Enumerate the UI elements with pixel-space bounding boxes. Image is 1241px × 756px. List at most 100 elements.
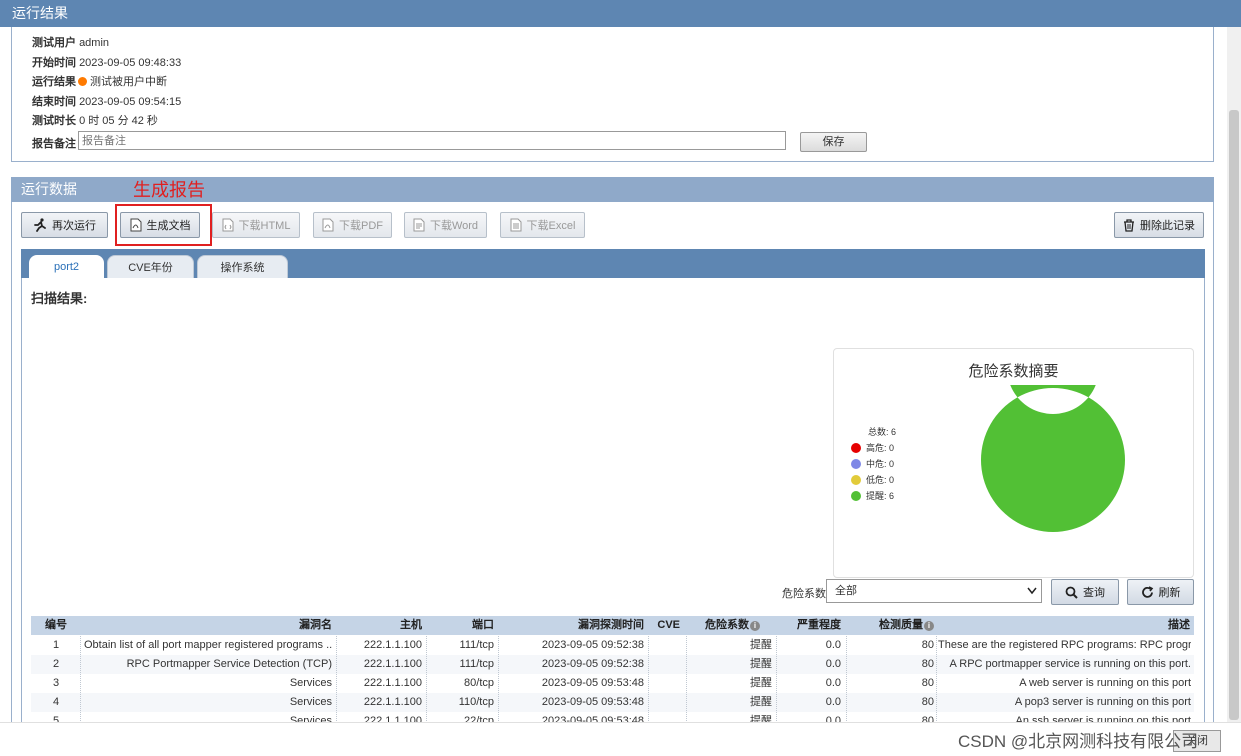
column-divider xyxy=(648,636,649,731)
cell-quality: 80 xyxy=(921,658,934,670)
col-header-id[interactable]: 编号 xyxy=(45,616,67,635)
chart-title: 危险系数摘要 xyxy=(968,363,1059,380)
info-duration: 测试时长 0 时 05 分 42 秒 xyxy=(32,112,158,128)
running-man-icon xyxy=(34,218,46,232)
delete-record-label: 删除此记录 xyxy=(1140,220,1195,232)
col-header-risk[interactable]: 危险系数 i xyxy=(690,616,760,635)
tab-os[interactable]: 操作系统 xyxy=(197,255,288,278)
legend-dot-medium xyxy=(851,458,861,469)
legend-dot-high xyxy=(851,442,861,453)
cell-quality: 80 xyxy=(921,677,934,689)
download-pdf-label: 下载PDF xyxy=(339,220,383,232)
cell-quality: 80 xyxy=(921,639,934,651)
duration-label: 测试时长 xyxy=(32,115,76,127)
cell-description: A pop3 server is running on this port xyxy=(1014,696,1191,708)
cell-description: A web server is running on this port xyxy=(1019,677,1191,689)
html-file-icon xyxy=(222,218,234,232)
col-header-vuln-name[interactable]: 漏洞名 xyxy=(90,616,332,635)
download-html-label: 下载HTML xyxy=(238,220,291,232)
cell-severity: 0.0 xyxy=(825,658,841,670)
status-dot-icon xyxy=(78,77,87,86)
legend-item-notice: 提醒: 6 xyxy=(851,489,894,502)
cell-detect-time: 2023-09-05 09:53:48 xyxy=(541,677,644,689)
result-value: 测试被用户中断 xyxy=(90,76,167,88)
download-html-button[interactable]: 下载HTML xyxy=(212,212,300,238)
legend-item-low: 低危: 0 xyxy=(851,473,894,486)
annotation-generate-report: 生成报告 xyxy=(133,180,205,200)
section-title-run-result: 运行结果 xyxy=(0,0,1241,27)
legend-item-high: 高危: 0 xyxy=(851,441,894,454)
download-word-label: 下载Word xyxy=(429,220,479,232)
cell-severity: 0.0 xyxy=(825,639,841,651)
query-label: 查询 xyxy=(1083,587,1105,599)
trash-icon xyxy=(1124,218,1134,232)
download-pdf-button[interactable]: 下载PDF xyxy=(313,212,392,238)
user-label: 测试用户 xyxy=(32,37,76,49)
download-excel-label: 下载Excel xyxy=(526,220,576,232)
risk-filter-selected: 全部 xyxy=(835,585,857,597)
cell-vuln-name: Services xyxy=(289,677,332,689)
query-button[interactable]: 查询 xyxy=(1051,579,1119,605)
cell-risk: 提醒 xyxy=(750,658,772,670)
download-excel-button[interactable]: 下载Excel xyxy=(500,212,585,238)
refresh-button[interactable]: 刷新 xyxy=(1127,579,1194,605)
info-icon: i xyxy=(924,621,934,631)
watermark: CSDN @北京网测科技有限公司 xyxy=(958,732,1199,751)
delete-record-button[interactable]: 删除此记录 xyxy=(1114,212,1204,238)
col-header-cve[interactable]: CVE xyxy=(652,616,680,635)
cell-port: 80/tcp xyxy=(464,677,494,689)
tab-port2[interactable]: port2 xyxy=(29,255,104,278)
result-label: 运行结果 xyxy=(32,76,76,88)
download-word-button[interactable]: 下载Word xyxy=(404,212,487,238)
cell-id: 2 xyxy=(52,658,60,670)
column-divider xyxy=(498,636,499,731)
start-label: 开始时间 xyxy=(32,57,76,69)
cell-vuln-name: Services xyxy=(289,696,332,708)
col-header-description[interactable]: 描述 xyxy=(940,616,1190,635)
cell-cve xyxy=(652,674,680,693)
legend-dot-notice xyxy=(851,490,861,501)
cell-id: 1 xyxy=(52,639,60,651)
user-value: admin xyxy=(79,37,110,49)
legend-dot-low xyxy=(851,474,861,485)
cell-host: 222.1.1.100 xyxy=(363,677,422,689)
col-header-port[interactable]: 端口 xyxy=(430,616,494,635)
cell-risk: 提醒 xyxy=(750,677,772,689)
cell-port: 111/tcp xyxy=(459,658,494,670)
column-divider xyxy=(80,636,81,731)
end-value: 2023-09-05 09:54:15 xyxy=(79,96,182,108)
start-value: 2023-09-05 09:48:33 xyxy=(79,57,182,69)
legend-total: 总数: 6 xyxy=(868,427,897,437)
column-divider xyxy=(336,636,337,731)
col-header-severity[interactable]: 严重程度 xyxy=(780,616,841,635)
info-icon: i xyxy=(750,621,760,631)
report-note-input[interactable] xyxy=(78,131,786,150)
refresh-icon xyxy=(1141,585,1153,598)
cell-port: 110/tcp xyxy=(458,696,494,708)
info-user: 测试用户 admin xyxy=(32,34,109,50)
cell-quality: 80 xyxy=(921,696,934,708)
info-start: 开始时间 2023-09-05 09:48:33 xyxy=(32,54,181,70)
page-scrollbar-thumb[interactable] xyxy=(1229,110,1239,720)
cell-risk: 提醒 xyxy=(750,639,772,651)
cell-cve xyxy=(652,636,680,655)
col-header-host[interactable]: 主机 xyxy=(340,616,422,635)
col-header-quality[interactable]: 检测质量 i xyxy=(850,616,934,635)
tab-cve-year[interactable]: CVE年份 xyxy=(107,255,194,278)
cell-risk: 提醒 xyxy=(750,696,772,708)
cell-vuln-name: Obtain list of all port mapper registere… xyxy=(84,639,332,651)
column-divider xyxy=(936,636,937,731)
column-divider xyxy=(686,636,687,731)
col-header-detect-time[interactable]: 漏洞探测时间 xyxy=(500,616,644,635)
risk-filter-select[interactable]: 全部 xyxy=(826,579,1042,603)
save-button[interactable]: 保存 xyxy=(800,132,867,152)
rerun-button[interactable]: 再次运行 xyxy=(21,212,108,238)
duration-value: 0 时 05 分 42 秒 xyxy=(79,115,158,127)
cell-vuln-name: RPC Portmapper Service Detection (TCP) xyxy=(126,658,332,670)
cell-cve xyxy=(652,655,680,674)
cell-description: These are the registered RPC programs: R… xyxy=(938,639,1191,651)
cell-description: A RPC portmapper service is running on t… xyxy=(949,658,1191,670)
column-divider xyxy=(846,636,847,731)
cell-host: 222.1.1.100 xyxy=(363,658,422,670)
chevron-down-icon xyxy=(1027,587,1037,595)
